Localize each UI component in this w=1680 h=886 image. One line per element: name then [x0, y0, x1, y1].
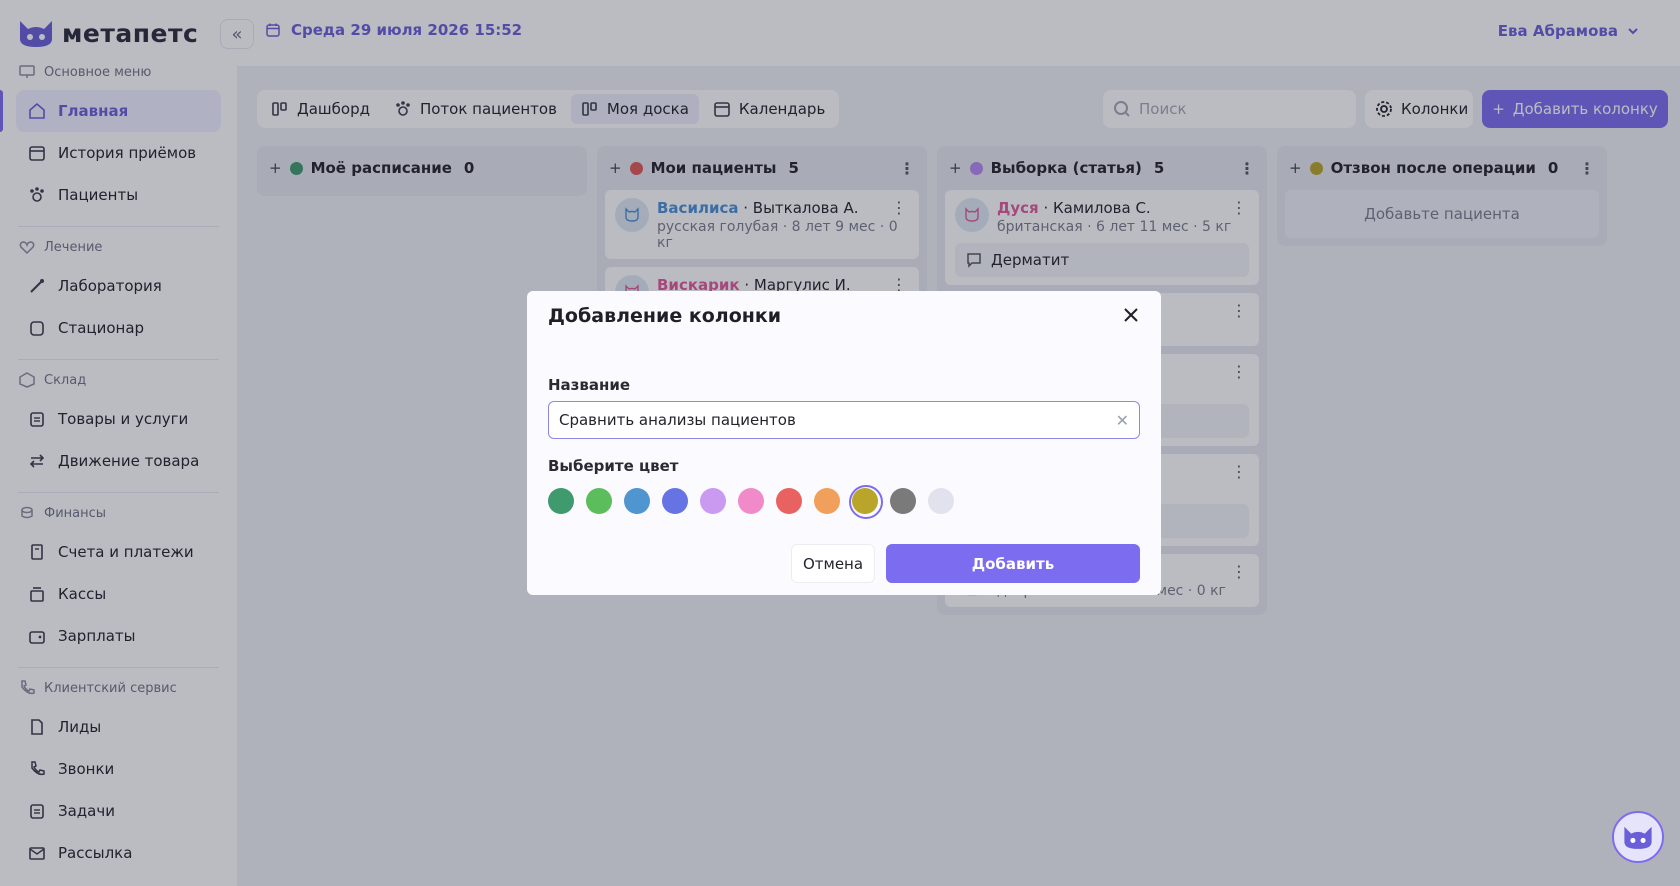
color-swatch-2[interactable] — [624, 488, 650, 514]
color-swatch-3[interactable] — [662, 488, 688, 514]
color-picker — [548, 485, 954, 519]
color-swatch-10[interactable] — [928, 488, 954, 514]
color-swatch-8[interactable] — [849, 485, 883, 519]
color-swatch-0[interactable] — [548, 488, 574, 514]
dialog-title: Добавление колонки — [548, 305, 782, 327]
add-column-dialog: Добавление колонки Название ✕ Выберите ц… — [527, 291, 1161, 595]
color-field-label: Выберите цвет — [548, 457, 679, 475]
color-swatch-1[interactable] — [586, 488, 612, 514]
assistant-button[interactable] — [1612, 811, 1664, 863]
color-swatch-9[interactable] — [890, 488, 916, 514]
name-input-wrapper[interactable]: ✕ — [548, 401, 1140, 439]
column-name-input[interactable] — [559, 411, 1116, 429]
cancel-button[interactable]: Отмена — [791, 544, 875, 583]
cat-assistant-icon — [1624, 826, 1652, 849]
color-swatch-4[interactable] — [700, 488, 726, 514]
color-swatch-6[interactable] — [776, 488, 802, 514]
color-swatch-5[interactable] — [738, 488, 764, 514]
close-icon — [1124, 308, 1138, 322]
color-swatch-7[interactable] — [814, 488, 840, 514]
clear-input-icon[interactable]: ✕ — [1116, 411, 1129, 430]
close-button[interactable] — [1119, 303, 1143, 327]
name-field-label: Название — [548, 376, 631, 394]
submit-add-button[interactable]: Добавить — [886, 544, 1140, 583]
